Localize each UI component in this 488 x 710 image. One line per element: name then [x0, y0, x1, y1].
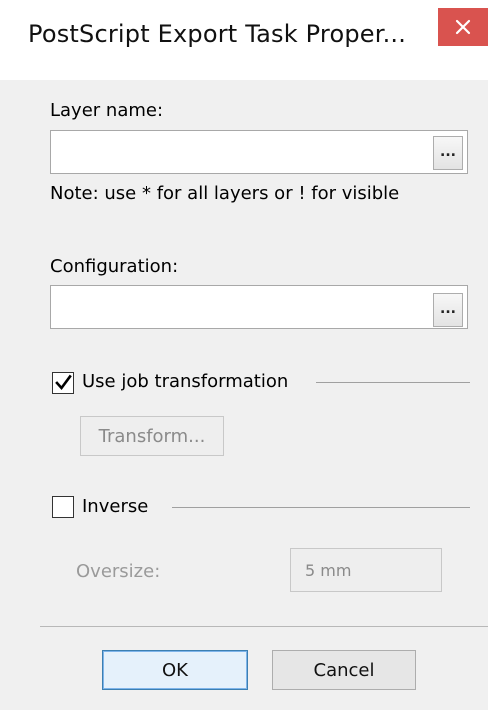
ok-button[interactable]: OK	[102, 650, 248, 690]
layer-name-input[interactable]	[50, 130, 468, 174]
group-divider	[316, 382, 470, 383]
configuration-input[interactable]	[50, 285, 468, 329]
checkmark-icon	[55, 374, 72, 391]
transform-button[interactable]: Transform...	[80, 416, 224, 456]
oversize-label: Oversize:	[76, 561, 161, 582]
job-transformation-label: Use job transformation	[82, 371, 289, 392]
inverse-label: Inverse	[82, 496, 149, 517]
inverse-checkbox[interactable]	[52, 496, 74, 518]
cancel-button[interactable]: Cancel	[272, 650, 416, 690]
close-icon	[455, 19, 471, 35]
dialog-window: PostScript Export Task Proper... Layer n…	[0, 0, 488, 710]
job-transformation-checkbox[interactable]	[52, 372, 74, 394]
layer-name-label: Layer name:	[50, 100, 164, 121]
button-separator	[40, 626, 488, 627]
configuration-label: Configuration:	[50, 256, 179, 277]
configuration-browse-button[interactable]: ...	[433, 293, 463, 327]
title-bar[interactable]: PostScript Export Task Proper...	[0, 0, 488, 80]
layer-note: Note: use * for all layers or ! for visi…	[50, 183, 400, 204]
close-button[interactable]	[438, 8, 488, 46]
window-title: PostScript Export Task Proper...	[28, 20, 407, 48]
group-divider	[172, 507, 470, 508]
layer-browse-button[interactable]: ...	[433, 136, 463, 170]
oversize-input[interactable]: 5 mm	[290, 548, 442, 592]
